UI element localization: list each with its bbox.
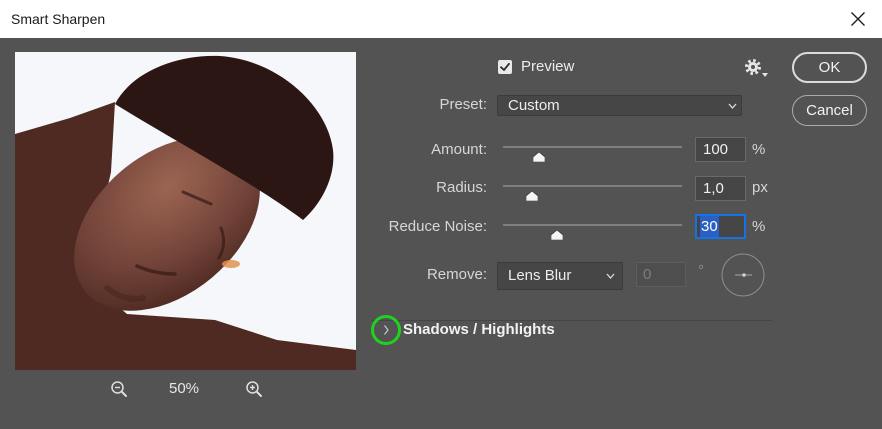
angle-dial: [720, 252, 766, 298]
preset-value: Custom: [508, 96, 560, 114]
settings-menu-button[interactable]: [744, 58, 770, 80]
preview-photo: [15, 52, 356, 370]
zoom-out-icon: [111, 381, 127, 397]
zoom-out-button[interactable]: [110, 380, 128, 398]
remove-dropdown[interactable]: Lens Blur: [497, 262, 623, 290]
smart-sharpen-dialog: Smart Sharpen 50% Preview OK Cancel Pres…: [0, 0, 882, 429]
zoom-level: 50%: [168, 380, 200, 397]
preview-label[interactable]: Preview: [521, 58, 574, 76]
slider-thumb[interactable]: [551, 230, 563, 240]
caret-down-icon: [762, 73, 768, 77]
radius-slider[interactable]: [503, 185, 682, 203]
zoom-in-button[interactable]: [245, 380, 263, 398]
preview-image[interactable]: [15, 52, 356, 370]
preset-dropdown[interactable]: Custom: [497, 95, 742, 116]
slider-track[interactable]: [503, 146, 682, 148]
slider-track[interactable]: [503, 224, 682, 226]
chevron-down-icon: [728, 103, 737, 109]
zoom-in-icon: [246, 381, 262, 397]
gear-icon: [745, 59, 761, 75]
cancel-button[interactable]: Cancel: [792, 95, 867, 126]
radius-field[interactable]: 1,0: [695, 176, 746, 201]
amount-unit: %: [752, 141, 766, 158]
amount-label: Amount:: [431, 141, 487, 158]
rim-light: [222, 260, 240, 268]
reduce-noise-value: 30: [700, 216, 719, 237]
preset-label: Preset:: [439, 96, 487, 113]
close-button[interactable]: [850, 11, 866, 27]
radius-unit: px: [752, 179, 768, 196]
amount-field[interactable]: 100: [695, 137, 746, 162]
slider-thumb[interactable]: [526, 191, 538, 201]
chevron-right-icon: [384, 325, 389, 335]
chevron-down-icon: [606, 273, 615, 279]
angle-value: 0: [643, 266, 652, 283]
title-bar: Smart Sharpen: [0, 0, 882, 38]
ok-button[interactable]: OK: [792, 52, 867, 83]
checkmark-icon: [500, 62, 510, 71]
shadows-highlights-toggle[interactable]: [377, 321, 395, 339]
reduce-noise-field[interactable]: 30: [695, 214, 746, 239]
reduce-noise-slider[interactable]: [503, 224, 682, 242]
amount-slider[interactable]: [503, 146, 682, 164]
angle-field: 0: [636, 262, 686, 287]
remove-value: Lens Blur: [508, 267, 572, 284]
radius-label: Radius:: [436, 179, 487, 196]
reduce-noise-label: Reduce Noise:: [388, 218, 487, 235]
degree-symbol: °: [698, 262, 704, 279]
preview-checkbox[interactable]: [498, 60, 512, 74]
amount-value: 100: [703, 141, 729, 158]
close-icon: [851, 12, 865, 26]
slider-thumb[interactable]: [533, 152, 545, 162]
shadows-highlights-label[interactable]: Shadows / Highlights: [403, 321, 555, 339]
dialog-title: Smart Sharpen: [11, 11, 106, 27]
reduce-noise-unit: %: [752, 218, 766, 235]
slider-track[interactable]: [503, 185, 682, 187]
radius-value: 1,0: [703, 180, 724, 197]
remove-label: Remove:: [426, 266, 487, 283]
